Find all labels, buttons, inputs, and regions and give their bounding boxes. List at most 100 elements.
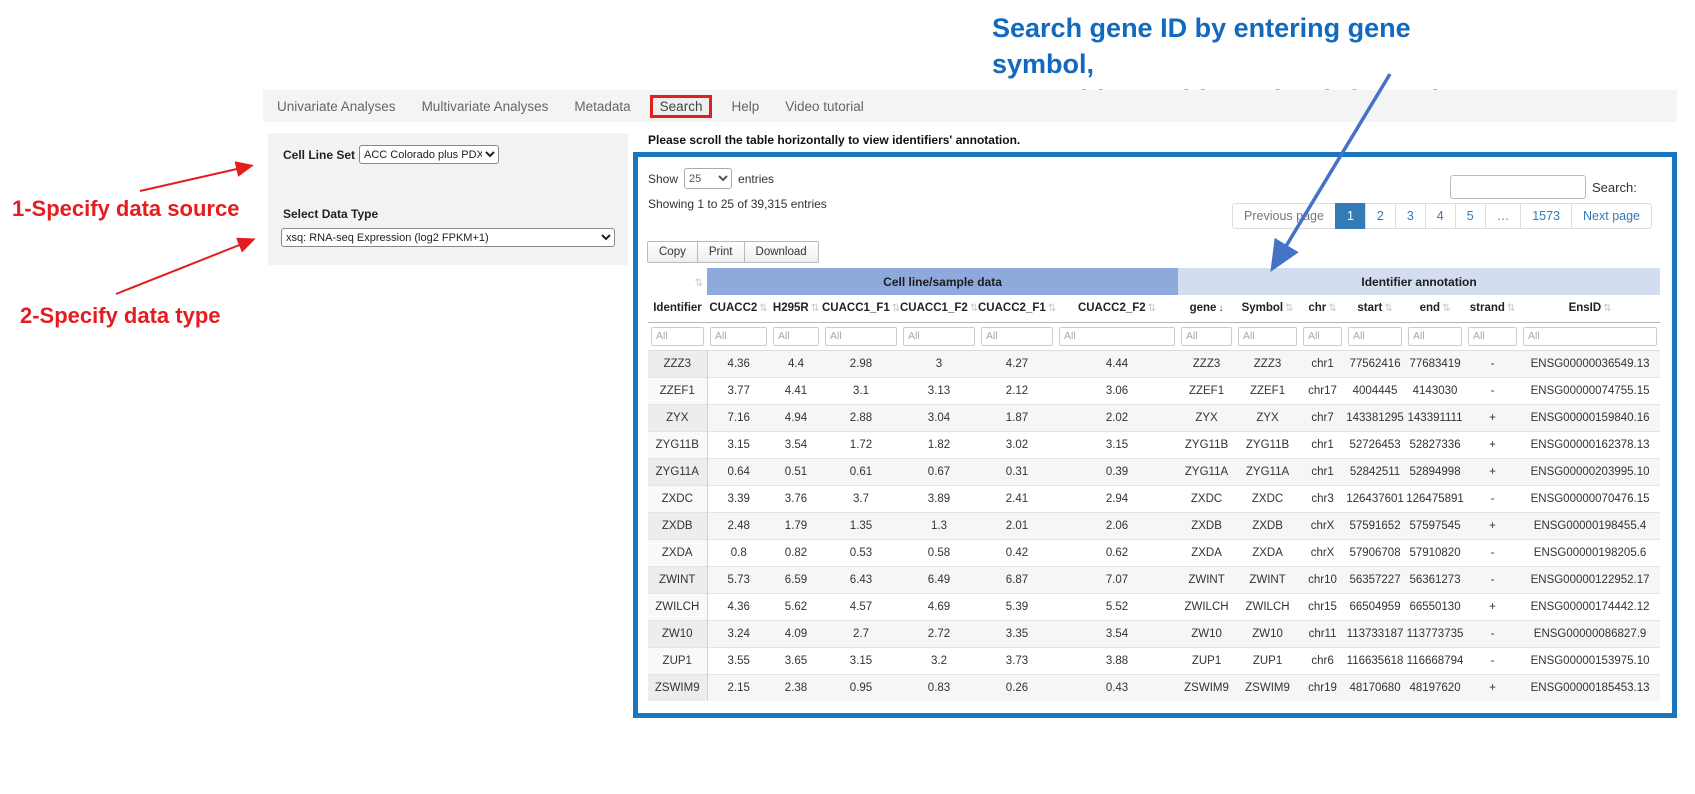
filter-cell-cuacc2 (707, 322, 770, 350)
column-filter-cuacc1-f2[interactable] (903, 327, 975, 346)
column-header-cuacc2-f2[interactable]: CUACC2_F2⇅ (1056, 295, 1178, 322)
data-cell-h295r: 2.38 (770, 674, 822, 701)
data-cell-cuacc1-f1: 2.88 (822, 404, 900, 431)
nav-item-metadata[interactable]: Metadata (574, 99, 630, 114)
data-cell-chr: chrX (1300, 539, 1345, 566)
table-row-zxdc[interactable]: ZXDC3.393.763.73.892.412.94ZXDCZXDCchr31… (648, 485, 1660, 512)
nav-item-search[interactable]: Search (650, 95, 713, 118)
table-row-zw10[interactable]: ZW103.244.092.72.723.353.54ZW10ZW10chr11… (648, 620, 1660, 647)
data-cell-cuacc1-f2: 6.49 (900, 566, 978, 593)
column-filter-strand[interactable] (1468, 327, 1517, 346)
column-filter-ensid[interactable] (1523, 327, 1657, 346)
data-cell-chr: chr19 (1300, 674, 1345, 701)
column-header-symbol[interactable]: Symbol⇅ (1235, 295, 1300, 322)
page-button-1573[interactable]: 1573 (1520, 203, 1572, 229)
column-header-chr[interactable]: chr⇅ (1300, 295, 1345, 322)
sort-desc-icon: ↓ (1218, 303, 1223, 314)
cell-line-set-select[interactable]: ACC Colorado plus PDX (359, 145, 499, 164)
column-filter-symbol[interactable] (1238, 327, 1297, 346)
table-row-zyg11a[interactable]: ZYG11A0.640.510.610.670.310.39ZYG11AZYG1… (648, 458, 1660, 485)
column-filter-cuacc2[interactable] (710, 327, 767, 346)
column-filter-h295r[interactable] (773, 327, 819, 346)
column-header-start[interactable]: start⇅ (1345, 295, 1405, 322)
sort-icon: ⇅ (811, 303, 819, 314)
page-button-1[interactable]: 1 (1335, 203, 1366, 229)
column-filter-start[interactable] (1348, 327, 1402, 346)
identifier-group-corner[interactable]: ⇅ (648, 268, 707, 295)
nav-item-help[interactable]: Help (731, 99, 759, 114)
column-filter-chr[interactable] (1303, 327, 1342, 346)
page-button-2[interactable]: 2 (1365, 203, 1396, 229)
table-row-zzz3[interactable]: ZZZ34.364.42.9834.274.44ZZZ3ZZZ3chr17756… (648, 350, 1660, 377)
table-row-zzef1[interactable]: ZZEF13.774.413.13.132.123.06ZZEF1ZZEF1ch… (648, 377, 1660, 404)
table-row-zwint[interactable]: ZWINT5.736.596.436.496.877.07ZWINTZWINTc… (648, 566, 1660, 593)
table-group-header-row: ⇅ Cell line/sample data Identifier annot… (648, 268, 1660, 295)
table-row-zup1[interactable]: ZUP13.553.653.153.23.733.88ZUP1ZUP1chr61… (648, 647, 1660, 674)
filter-cell-identifier (648, 322, 707, 350)
column-header-cuacc1-f2[interactable]: CUACC1_F2⇅ (900, 295, 978, 322)
print-button[interactable]: Print (697, 241, 745, 263)
column-header-strand[interactable]: strand⇅ (1465, 295, 1520, 322)
data-cell-cuacc2: 0.64 (707, 458, 770, 485)
data-cell-cuacc1-f1: 3.1 (822, 377, 900, 404)
data-cell-cuacc2-f1: 1.87 (978, 404, 1056, 431)
column-header-cuacc1-f1[interactable]: CUACC1_F1⇅ (822, 295, 900, 322)
column-header-h295r[interactable]: H295R⇅ (770, 295, 822, 322)
next-page-button[interactable]: Next page (1571, 203, 1652, 229)
data-cell-cuacc2-f1: 3.73 (978, 647, 1056, 674)
column-filter-identifier[interactable] (651, 327, 704, 346)
previous-page-button[interactable]: Previous page (1232, 203, 1336, 229)
page-button-3[interactable]: 3 (1395, 203, 1426, 229)
table-row-zxda[interactable]: ZXDA0.80.820.530.580.420.62ZXDAZXDAchrX5… (648, 539, 1660, 566)
column-filter-cuacc1-f1[interactable] (825, 327, 897, 346)
table-search-input[interactable] (1450, 175, 1586, 199)
column-header-cuacc2-f1[interactable]: CUACC2_F1⇅ (978, 295, 1056, 322)
column-header-identifier[interactable]: Identifier (648, 295, 707, 322)
data-cell-start: 56357227 (1345, 566, 1405, 593)
data-cell-cuacc1-f1: 1.35 (822, 512, 900, 539)
column-header-ensid[interactable]: EnsID⇅ (1520, 295, 1660, 322)
data-cell-symbol: ZXDC (1235, 485, 1300, 512)
page-length-select[interactable]: 25 (684, 168, 732, 189)
column-header-end[interactable]: end⇅ (1405, 295, 1465, 322)
table-row-zxdb[interactable]: ZXDB2.481.791.351.32.012.06ZXDBZXDBchrX5… (648, 512, 1660, 539)
table-row-zyx[interactable]: ZYX7.164.942.883.041.872.02ZYXZYXchr7143… (648, 404, 1660, 431)
data-cell-cuacc2: 3.15 (707, 431, 770, 458)
download-button[interactable]: Download (744, 241, 819, 263)
table-row-zyg11b[interactable]: ZYG11B3.153.541.721.823.023.15ZYG11BZYG1… (648, 431, 1660, 458)
column-header-gene[interactable]: gene↓ (1178, 295, 1235, 322)
data-cell-strand: + (1465, 593, 1520, 620)
table-row-zwilch[interactable]: ZWILCH4.365.624.574.695.395.52ZWILCHZWIL… (648, 593, 1660, 620)
data-cell-end: 57910820 (1405, 539, 1465, 566)
page-button-4[interactable]: 4 (1425, 203, 1456, 229)
identifier-cell: ZYX (648, 404, 707, 431)
table-row-zswim9[interactable]: ZSWIM92.152.380.950.830.260.43ZSWIM9ZSWI… (648, 674, 1660, 701)
data-cell-cuacc2: 2.48 (707, 512, 770, 539)
data-type-label: Select Data Type (283, 207, 378, 221)
nav-item-univariate-analyses[interactable]: Univariate Analyses (277, 99, 396, 114)
data-cell-strand: - (1465, 647, 1520, 674)
nav-item-video-tutorial[interactable]: Video tutorial (785, 99, 864, 114)
identifier-cell: ZXDB (648, 512, 707, 539)
sort-icon: ⇅ (892, 303, 900, 314)
identifier-cell: ZW10 (648, 620, 707, 647)
column-header-cuacc2[interactable]: CUACC2⇅ (707, 295, 770, 322)
column-filter-end[interactable] (1408, 327, 1462, 346)
nav-item-multivariate-analyses[interactable]: Multivariate Analyses (422, 99, 549, 114)
copy-button[interactable]: Copy (647, 241, 698, 263)
page-button-5[interactable]: 5 (1455, 203, 1486, 229)
column-filter-cuacc2-f2[interactable] (1059, 327, 1175, 346)
pagination-ellipsis: … (1485, 203, 1522, 229)
data-cell-strand: - (1465, 539, 1520, 566)
column-filter-gene[interactable] (1181, 327, 1232, 346)
data-cell-cuacc2-f1: 3.35 (978, 620, 1056, 647)
data-type-select[interactable]: xsq: RNA-seq Expression (log2 FPKM+1) (281, 228, 615, 247)
data-cell-end: 57597545 (1405, 512, 1465, 539)
data-cell-start: 52842511 (1345, 458, 1405, 485)
scroll-hint-note: Please scroll the table horizontally to … (648, 133, 1020, 147)
data-cell-h295r: 3.54 (770, 431, 822, 458)
data-cell-ensid: ENSG00000203995.10 (1520, 458, 1660, 485)
column-filter-cuacc2-f1[interactable] (981, 327, 1053, 346)
identifier-cell: ZZEF1 (648, 377, 707, 404)
annotation-specify-data-source: 1-Specify data source (12, 196, 239, 222)
